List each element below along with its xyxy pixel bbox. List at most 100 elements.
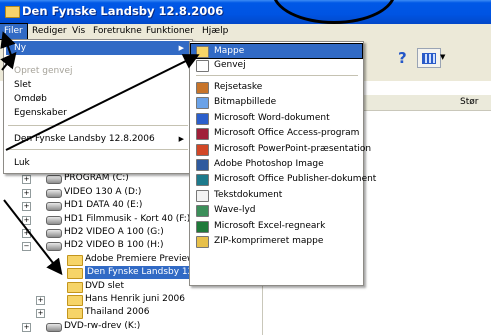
column-header-size[interactable]: Stør [460,97,478,107]
menu-item-omdob[interactable]: Omdøb [6,92,190,106]
tree-item-label: DVD-rw-drev (K:) [64,320,141,331]
folder-icon [67,254,83,266]
submenu-arrow-icon: ▶ [178,44,184,52]
submenu-item-wave-lyd[interactable]: Wave-lyd [191,203,362,218]
submenu-item-label: Wave-lyd [214,205,256,216]
menu-filer[interactable]: Filer [0,23,28,40]
drive-icon [46,322,62,332]
submenu-item-mappe[interactable]: Mappe [190,43,363,59]
drive-icon [46,215,62,225]
folder-icon [67,295,83,306]
submenu-item-label: Microsoft Office Access-program [214,128,360,139]
expand-icon[interactable]: + [36,296,45,305]
zip-folder-icon [196,236,209,248]
submenu-item-label: Microsoft PowerPoint-præsentation [214,143,372,154]
submenu-item-microsoft-office-publisher-dokument[interactable]: Microsoft Office Publisher-dokument [191,172,376,187]
submenu-item-genvej[interactable]: Genvej [191,58,362,72]
tree-drive-item[interactable]: + DVD-rw-drev (K:) [0,320,262,333]
folder-icon [67,268,83,280]
submenu-arrow-icon: ▶ [178,135,184,143]
submenu-item-label: Mappe [214,46,245,56]
text-document-icon [196,189,209,202]
views-icon [422,53,436,64]
tree-item-label: HD1 DATA 40 (E:) [64,200,143,211]
wave-sound-icon [196,205,209,218]
submenu-item-adobe-photoshop-image[interactable]: Adobe Photoshop Image [191,157,362,171]
menu-separator [8,149,188,150]
powerpoint-icon [196,143,209,156]
file-menu: Ny ▶ Opret genvej Slet Omdøb Egenskaber … [3,39,193,174]
photoshop-icon [196,159,209,171]
tree-item-label: HD2 VIDEO B 100 (H:) [64,240,164,251]
menu-foretrukne[interactable]: Foretrukne [89,24,146,39]
drive-icon [46,229,62,238]
menu-item-recent-folder[interactable]: Den Fynske Landsby 12.8.2006 ▶ [6,132,190,146]
submenu-item-microsoft-powerpoint-præsentation[interactable]: Microsoft PowerPoint-præsentation [191,142,371,156]
expand-icon[interactable]: + [22,188,31,198]
submenu-item-label: Rejsetaske [214,82,263,92]
bitmap-icon [196,97,209,110]
menu-separator [8,125,188,126]
submenu-item-microsoft-excel-regneark[interactable]: Microsoft Excel-regneark [191,219,362,233]
tree-item-label: HD1 Filmmusik - Kort 40 (F:) [64,213,191,224]
access-icon [196,128,209,141]
submenu-item-label: ZIP-komprimeret mappe [214,236,324,246]
tree-item-label: DVD slet [85,280,124,291]
menu-bar: Filer Rediger Vis Foretrukne Funktioner … [0,23,491,40]
folder-icon [67,281,83,293]
submenu-item-label: Tekstdokument [214,189,283,200]
tree-folder-item[interactable]: + Hans Henrik juni 2006 [0,293,262,306]
submenu-item-label: Microsoft Excel-regneark [214,220,326,231]
expand-icon[interactable]: + [36,309,45,319]
tree-item-label: PROGRAM (C:) [64,173,129,184]
briefcase-icon [196,82,209,94]
expand-icon[interactable]: + [22,215,31,225]
menu-hjaelp[interactable]: Hjælp [198,24,232,39]
word-icon [196,112,209,125]
menu-item-slet[interactable]: Slet [6,78,190,92]
folder-icon [196,46,209,58]
menu-item-opret-genvej: Opret genvej [14,66,73,76]
chevron-down-icon[interactable]: ▼ [440,53,445,61]
drive-icon [46,202,62,212]
tree-item-label: Thailand 2006 [85,307,150,318]
submenu-item-microsoft-office-access-program[interactable]: Microsoft Office Access-program [191,126,362,141]
submenu-item-zip-komprimeret-mappe[interactable]: ZIP-komprimeret mappe [191,234,362,248]
menu-funktioner[interactable]: Funktioner [142,24,198,39]
tree-item-label: HD2 VIDEO A 100 (G:) [64,227,164,237]
menu-item-ny[interactable]: Ny ▶ [6,41,190,55]
menu-item-label: Ny [14,43,27,53]
new-submenu: Mappe Genvej Rejsetaske Bitmapbillede Micros… [189,41,376,286]
menu-rediger[interactable]: Rediger [28,24,71,39]
expand-icon[interactable]: + [22,202,31,212]
expand-icon[interactable]: + [22,229,31,238]
menu-vis[interactable]: Vis [68,24,89,39]
submenu-item-label: Microsoft Word-dokument [214,112,330,123]
tree-item-label: VIDEO 130 A (D:) [64,186,142,197]
expand-icon[interactable]: + [22,175,31,185]
submenu-item-label: Adobe Photoshop Image [214,159,324,169]
submenu-item-label: Genvej [214,60,246,70]
menu-item-egenskaber[interactable]: Egenskaber [6,106,190,120]
menu-item-luk[interactable]: Luk [6,156,190,170]
tree-folder-item[interactable]: + Thailand 2006 [0,306,262,320]
views-button[interactable] [417,48,441,68]
drive-icon [46,188,62,198]
submenu-item-rejsetaske[interactable]: Rejsetaske [191,80,362,94]
folder-icon [5,6,20,18]
submenu-item-label: Bitmapbillede [214,97,277,108]
submenu-item-bitmapbillede[interactable]: Bitmapbillede [191,95,362,110]
expand-icon[interactable]: + [22,322,31,332]
help-icon[interactable]: ? [398,50,412,66]
menu-separator [196,75,358,76]
submenu-item-label: Microsoft Office Publisher-dokument [214,174,377,185]
menu-item-label: Den Fynske Landsby 12.8.2006 [14,134,155,144]
shortcut-icon [196,60,209,72]
collapse-icon[interactable]: − [22,242,31,252]
submenu-item-microsoft-word-dokument[interactable]: Microsoft Word-dokument [191,111,362,125]
drive-icon [46,175,62,185]
submenu-item-tekstdokument[interactable]: Tekstdokument [191,188,362,202]
window-title: Den Fynske Landsby 12.8.2006 [22,4,224,18]
drive-icon [46,242,62,252]
folder-icon [67,308,83,320]
